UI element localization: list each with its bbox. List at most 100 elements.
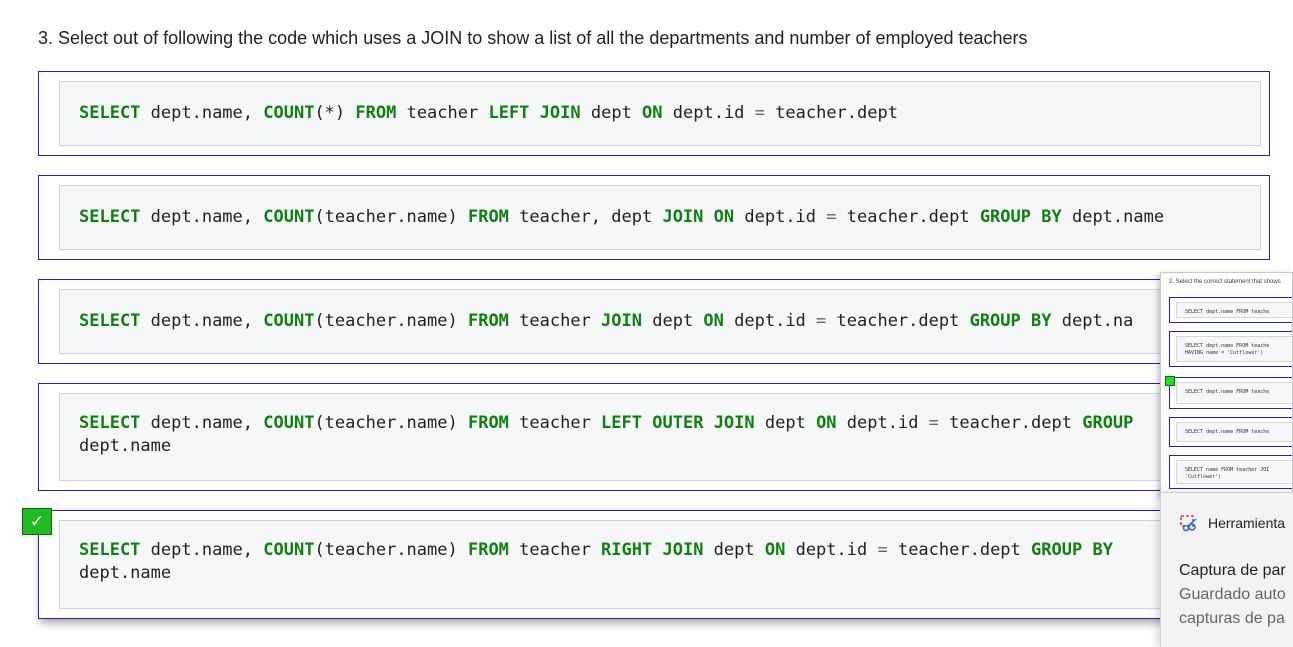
sql-keyword: COUNT	[263, 540, 315, 560]
sql-text: teacher.dept	[764, 103, 898, 123]
sql-text: (teacher.name)	[314, 413, 468, 433]
sql-operator: =	[754, 103, 765, 123]
thumbnail-option: SELECT name FROM teacher JOI 'Cutflower'…	[1169, 455, 1292, 489]
sql-code: SELECT dept.name, COUNT(teacher.name) FR…	[79, 206, 1164, 229]
sql-keyword: ON	[816, 413, 837, 433]
sql-text: (teacher.name)	[314, 540, 468, 560]
sql-text: (teacher.name)	[314, 207, 468, 227]
sql-code: SELECT dept.name, COUNT(teacher.name) FR…	[79, 539, 1113, 585]
notification-app: Herramienta	[1179, 514, 1285, 532]
sql-keyword: JOIN	[539, 103, 581, 123]
thumbnail-option: SELECT dept.name FROM teache	[1169, 297, 1292, 323]
sql-text: dept.id	[723, 311, 817, 331]
notification-body-line: Guardado auto	[1179, 586, 1286, 603]
sql-keyword: SELECT	[79, 311, 141, 331]
sql-keyword: ON	[642, 103, 663, 123]
sql-text: teacher.dept	[826, 311, 970, 331]
sql-keyword: COUNT	[263, 207, 315, 227]
sql-keyword: SELECT	[79, 103, 141, 123]
sql-text: dept.name,	[140, 413, 264, 433]
sql-code: SELECT dept.name, COUNT(teacher.name) FR…	[79, 412, 1133, 458]
sql-text: dept.name,	[140, 540, 264, 560]
sql-text: dept	[642, 311, 704, 331]
sql-text: dept.name,	[140, 311, 264, 331]
sql-text: dept.id	[734, 207, 827, 227]
sql-text: (*)	[314, 103, 356, 123]
sql-keyword: OUTER	[652, 413, 704, 433]
sql-keyword: BY	[1092, 540, 1113, 560]
sql-text: dept.id	[662, 103, 755, 123]
answer-option-4[interactable]: SELECT dept.name, COUNT(teacher.name) FR…	[38, 383, 1270, 491]
sql-keyword: ON	[703, 311, 724, 331]
sql-code: SELECT dept.name, COUNT(teacher.name) FR…	[79, 310, 1133, 333]
sql-keyword: FROM	[355, 103, 397, 123]
sql-text: teacher.dept	[938, 413, 1083, 433]
sql-operator: =	[928, 413, 939, 433]
sql-text: dept.name,	[140, 103, 264, 123]
sql-keyword: JOIN	[601, 311, 642, 331]
sql-keyword: ON	[764, 540, 786, 560]
sql-keyword: GROUP	[1082, 413, 1134, 433]
sql-text: dept	[754, 413, 817, 433]
sql-text: (teacher.name)	[314, 311, 468, 331]
thumbnail-question: 2. Select the correct statement that sho…	[1169, 279, 1281, 285]
code-block: SELECT dept.name, COUNT(teacher.name) FR…	[59, 520, 1261, 609]
sql-text: teacher.dept	[887, 540, 1032, 560]
sql-keyword: BY	[1031, 311, 1052, 331]
sql-operator: =	[877, 540, 888, 560]
sql-text: dept	[580, 103, 643, 123]
code-block: SELECT dept.name, COUNT(teacher.name) FR…	[59, 185, 1261, 250]
sql-keyword: FROM	[467, 207, 509, 227]
answer-option-3[interactable]: SELECT dept.name, COUNT(teacher.name) FR…	[38, 279, 1270, 364]
thumbnail-code: SELECT dept.name FROM teache HAVING name…	[1176, 336, 1292, 362]
sql-text: dept.name	[79, 436, 172, 456]
question-text: 3. Select out of following the code whic…	[38, 28, 1028, 48]
sql-text: dept.na	[1051, 311, 1134, 331]
notification-toast[interactable]: Herramienta Captura de par Guardado auto…	[1160, 492, 1293, 647]
sql-text: dept.name,	[140, 207, 264, 227]
sql-operator: =	[826, 207, 837, 227]
sql-keyword: JOIN	[662, 207, 704, 227]
notification-title: Captura de par	[1179, 562, 1286, 579]
sql-keyword: FROM	[467, 311, 509, 331]
sql-text: teacher	[508, 311, 602, 331]
sql-keyword: ON	[713, 207, 735, 227]
sql-keyword: GROUP	[969, 311, 1021, 331]
sql-keyword: GROUP	[979, 207, 1031, 227]
sql-keyword: COUNT	[263, 103, 315, 123]
answer-option-1[interactable]: SELECT dept.name, COUNT(*) FROM teacher …	[38, 71, 1270, 156]
sql-keyword: LEFT	[488, 103, 530, 123]
thumbnail-option: SELECT dept.name FROM teache	[1169, 377, 1292, 409]
sql-keyword: JOIN	[662, 540, 704, 560]
answer-option-2[interactable]: SELECT dept.name, COUNT(teacher.name) FR…	[38, 175, 1270, 260]
sql-keyword: SELECT	[79, 413, 141, 433]
sql-keyword: SELECT	[79, 207, 141, 227]
sql-text: dept	[703, 540, 765, 560]
sql-text: teacher	[396, 103, 489, 123]
answer-option-5[interactable]: SELECT dept.name, COUNT(teacher.name) FR…	[38, 510, 1270, 619]
thumbnail-option: SELECT dept.name FROM teache HAVING name…	[1169, 331, 1292, 367]
screenshot-thumbnail[interactable]: 2. Select the correct statement that sho…	[1160, 272, 1293, 496]
sql-code: SELECT dept.name, COUNT(*) FROM teacher …	[79, 102, 898, 125]
sql-text: teacher	[508, 413, 602, 433]
snipping-tool-icon	[1180, 515, 1197, 532]
sql-operator: =	[816, 311, 827, 331]
sql-keyword: FROM	[467, 540, 509, 560]
sql-keyword: COUNT	[263, 311, 315, 331]
sql-keyword: COUNT	[263, 413, 315, 433]
sql-keyword: GROUP	[1031, 540, 1083, 560]
notification-app-name: Herramienta	[1208, 515, 1286, 531]
thumbnail-code: SELECT dept.name FROM teache	[1176, 302, 1292, 318]
code-block: SELECT dept.name, COUNT(*) FROM teacher …	[59, 81, 1261, 146]
sql-keyword: SELECT	[79, 540, 141, 560]
sql-text: teacher	[508, 540, 602, 560]
thumbnail-code: SELECT dept.name FROM teache	[1176, 382, 1292, 404]
